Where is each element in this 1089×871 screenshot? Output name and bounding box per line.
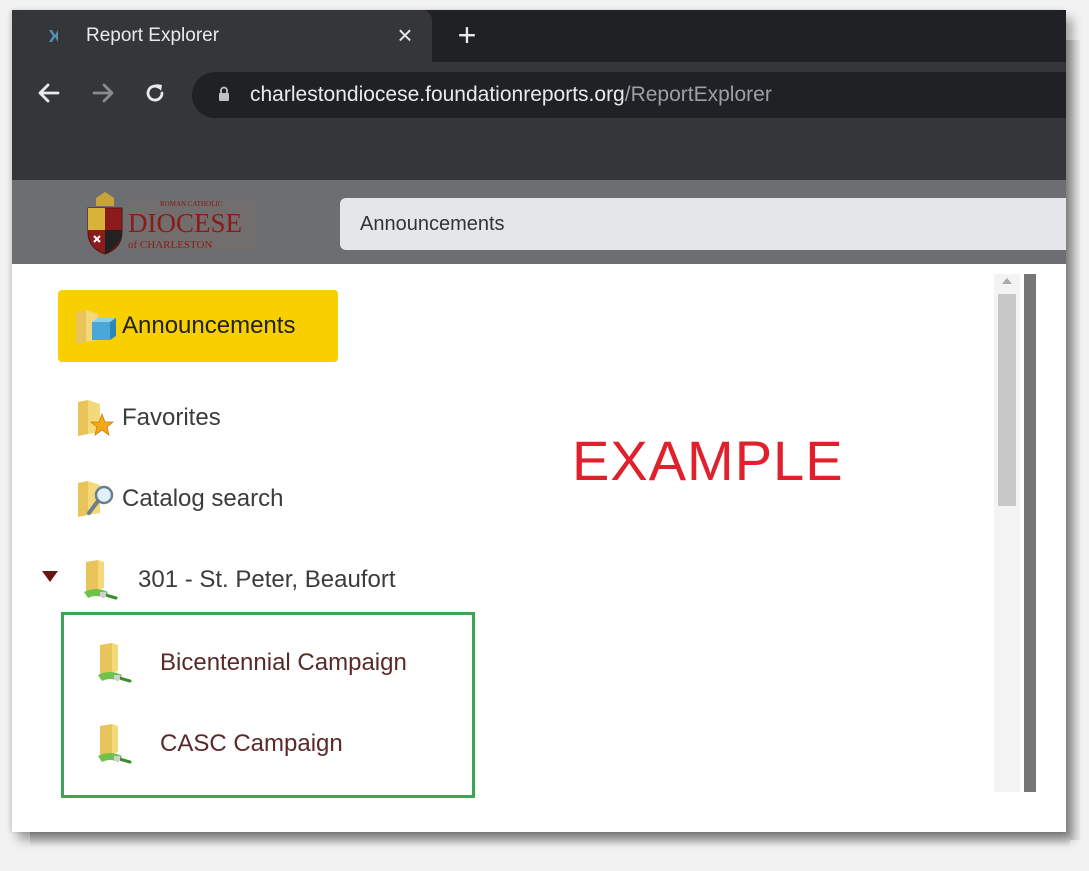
logo-line-2: DIOCESE bbox=[128, 208, 242, 238]
tree-item-label: Catalog search bbox=[122, 485, 284, 512]
tree-item-label: 301 - St. Peter, Beaufort bbox=[138, 566, 396, 593]
panel-divider bbox=[1024, 274, 1036, 792]
tree-item-announcements[interactable]: Announcements bbox=[58, 290, 338, 362]
report-explorer-favicon bbox=[46, 28, 60, 44]
url-host: charlestondiocese.foundationreports.org bbox=[250, 83, 625, 106]
catalog-search-icon bbox=[72, 477, 116, 521]
url-path: /ReportExplorer bbox=[624, 83, 772, 106]
diocese-logo[interactable]: ROMAN CATHOLIC DIOCESE of CHARLESTON bbox=[82, 192, 262, 256]
breadcrumb-search-field[interactable]: Announcements bbox=[340, 198, 1066, 250]
tree-item-label: Announcements bbox=[122, 312, 296, 339]
url-text: charlestondiocese.foundationreports.org/… bbox=[250, 83, 772, 107]
close-tab-icon[interactable]: × bbox=[390, 20, 420, 50]
expand-caret-icon[interactable] bbox=[40, 566, 60, 586]
bookmarks-bar bbox=[12, 128, 1066, 180]
lock-icon[interactable] bbox=[218, 86, 230, 102]
browser-window: Report Explorer × + charlestondiocese.fo… bbox=[12, 10, 1066, 832]
network-folder-icon bbox=[92, 641, 136, 685]
back-arrow-icon[interactable] bbox=[32, 76, 66, 110]
new-tab-icon[interactable]: + bbox=[452, 19, 482, 51]
report-explorer-panel: Announcements Favorites Catalog search 3… bbox=[12, 264, 1066, 832]
address-bar[interactable]: charlestondiocese.foundationreports.org/… bbox=[192, 72, 1066, 118]
network-folder-icon bbox=[92, 722, 136, 766]
tree-item-catalog-search[interactable]: Catalog search bbox=[72, 463, 283, 535]
app-header: ROMAN CATHOLIC DIOCESE of CHARLESTON Ann… bbox=[12, 180, 1066, 264]
search-field-value: Announcements bbox=[360, 213, 505, 235]
frame-shadow-right bbox=[1066, 40, 1080, 840]
tree-item-bicentennial-campaign[interactable]: Bicentennial Campaign bbox=[92, 627, 407, 699]
tab-title: Report Explorer bbox=[86, 25, 220, 46]
tree-item-favorites[interactable]: Favorites bbox=[72, 382, 221, 454]
example-watermark: EXAMPLE bbox=[572, 429, 844, 492]
tree-item-label: CASC Campaign bbox=[160, 730, 343, 757]
forward-arrow-icon[interactable] bbox=[86, 76, 120, 110]
tab-strip: Report Explorer × + bbox=[12, 10, 1066, 62]
tree-item-label: Bicentennial Campaign bbox=[160, 649, 407, 676]
favorites-folder-icon bbox=[72, 396, 116, 440]
tab-report-explorer[interactable]: Report Explorer × bbox=[12, 10, 432, 62]
scroll-up-arrow-icon[interactable] bbox=[1002, 278, 1012, 284]
logo-line-3: of CHARLESTON bbox=[128, 239, 212, 251]
frame-shadow-bottom bbox=[30, 832, 1070, 846]
tree-item-label: Favorites bbox=[122, 404, 221, 431]
reload-icon[interactable] bbox=[138, 76, 172, 110]
network-folder-icon bbox=[78, 558, 122, 602]
browser-toolbar: charlestondiocese.foundationreports.org/… bbox=[12, 62, 1066, 128]
logo-line-1: ROMAN CATHOLIC bbox=[160, 200, 223, 208]
tree-item-301-st-peter[interactable]: 301 - St. Peter, Beaufort bbox=[78, 544, 395, 616]
announcements-folder-icon bbox=[72, 304, 116, 348]
scrollbar-thumb[interactable] bbox=[998, 294, 1016, 506]
tree-item-casc-campaign[interactable]: CASC Campaign bbox=[92, 708, 343, 780]
